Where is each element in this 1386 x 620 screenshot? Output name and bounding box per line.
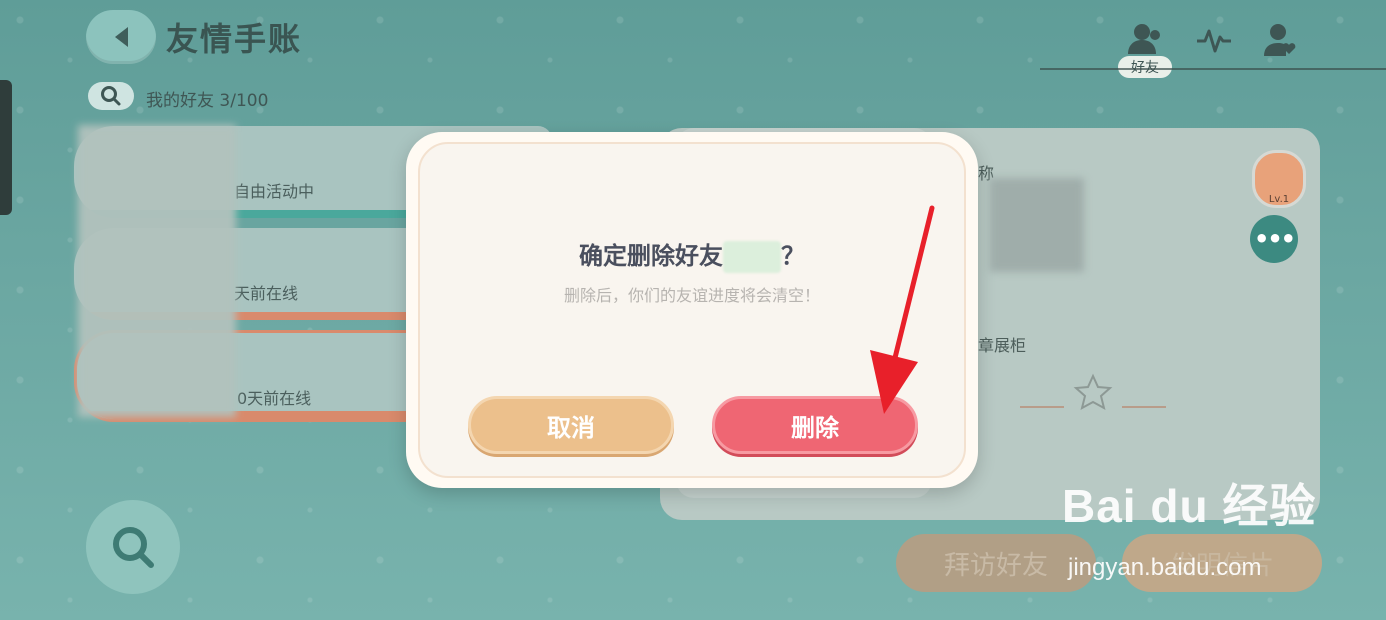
- red-arrow-annotation: [870, 205, 935, 414]
- user-heart-icon: [1264, 24, 1296, 56]
- search-icon: [101, 86, 121, 106]
- heartbeat-icon: [1197, 29, 1231, 53]
- baidu-watermark: Bai du 经验 jingyan.baidu.com: [1062, 470, 1317, 581]
- friend-status: 0天前在线: [237, 389, 312, 408]
- visit-friend-button[interactable]: 拜访好友: [896, 534, 1096, 592]
- level-badge: Lv.1: [1252, 150, 1306, 208]
- friend-status: 自由活动中: [234, 182, 315, 201]
- friends-tab-label[interactable]: 好友: [1118, 56, 1172, 78]
- tab-underline: [1040, 68, 1386, 70]
- friends-icon: [1128, 24, 1160, 54]
- divider: [1020, 406, 1064, 408]
- avatar-blur-region: [78, 125, 236, 417]
- friend-search-button[interactable]: [88, 82, 134, 110]
- watermark-url: jingyan.baidu.com: [1068, 554, 1262, 581]
- back-arrow-icon: [114, 27, 128, 47]
- star-icon: [1072, 372, 1114, 414]
- side-drawer-handle[interactable]: [0, 80, 12, 215]
- showcase-label: 章展柜: [978, 336, 1027, 355]
- back-button[interactable]: [86, 10, 156, 64]
- cancel-button[interactable]: 取消: [468, 396, 674, 454]
- nickname-blur: [990, 178, 1084, 272]
- divider: [1122, 406, 1166, 408]
- watermark-logo: Bai du 经验: [1062, 480, 1317, 532]
- activity-tab[interactable]: [1192, 18, 1236, 62]
- page-title: 友情手账: [166, 20, 303, 58]
- search-icon: [113, 527, 154, 568]
- search-friends-button[interactable]: [86, 500, 180, 594]
- profile-tab[interactable]: [1258, 18, 1302, 62]
- friend-name-blur: [723, 241, 781, 273]
- more-options-button[interactable]: •••: [1250, 215, 1298, 263]
- friend-count: 我的好友 3/100: [146, 91, 269, 111]
- friend-status: 天前在线: [234, 284, 299, 303]
